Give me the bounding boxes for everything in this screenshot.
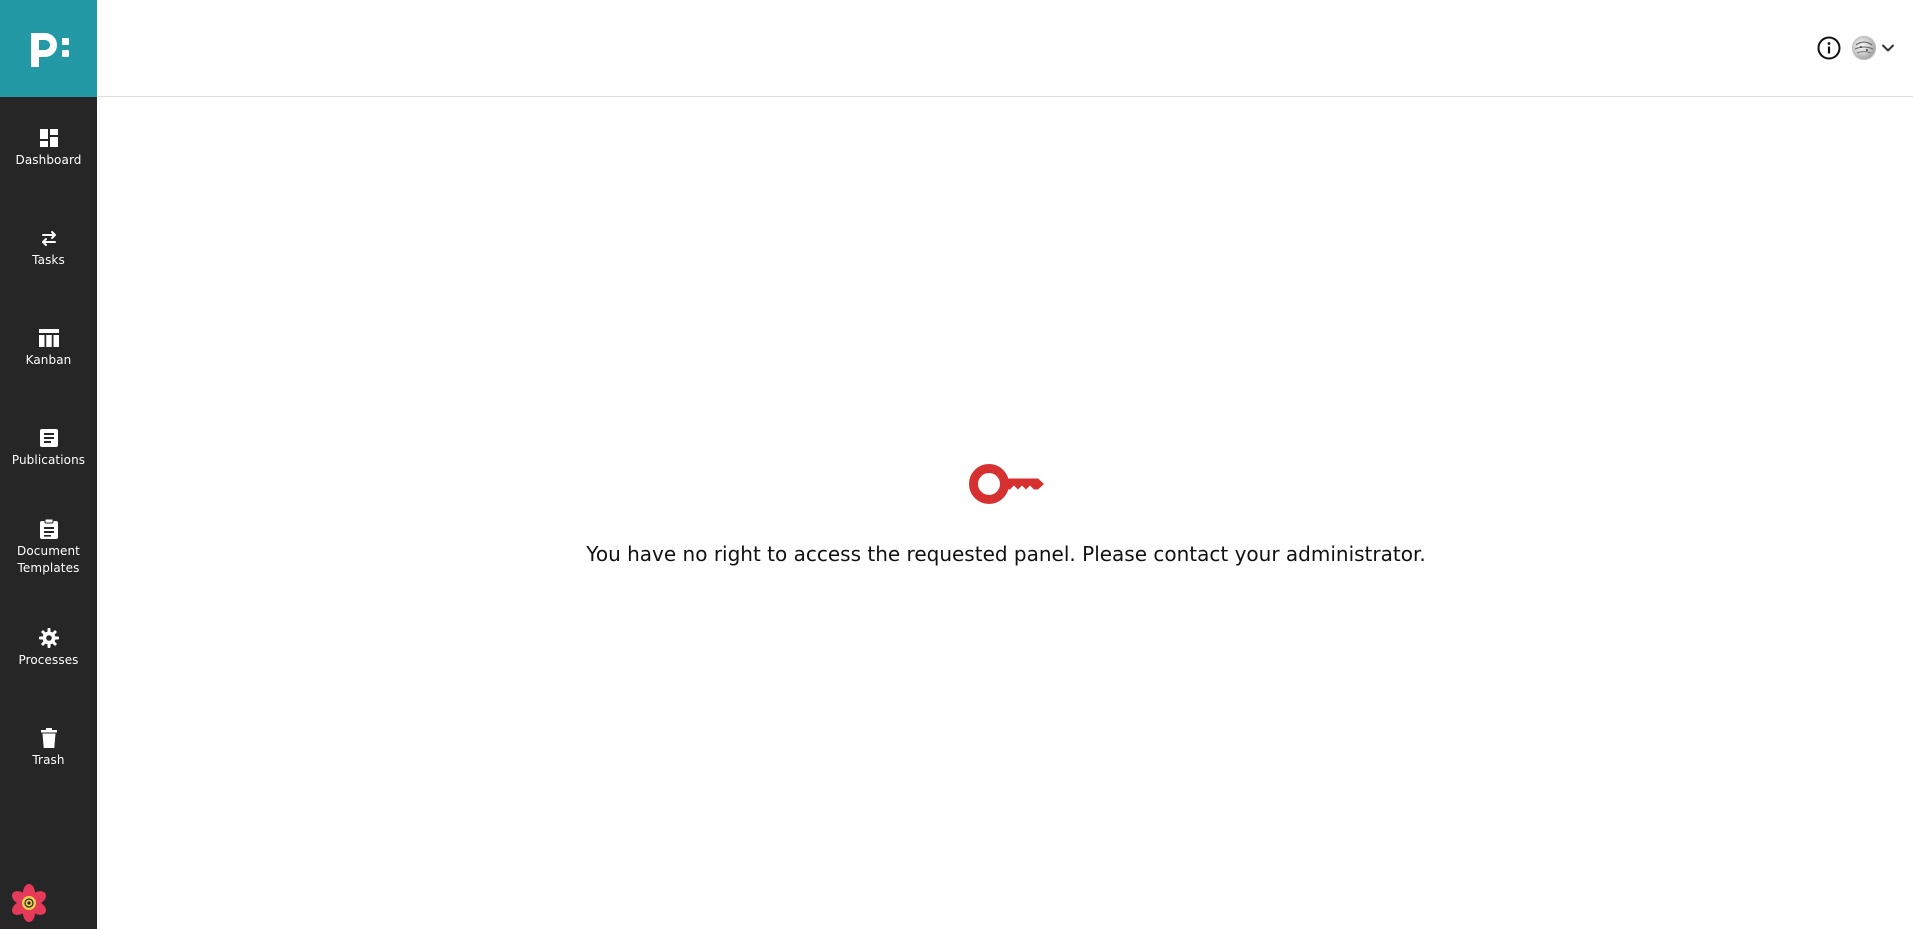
sidebar-item-tasks[interactable]: Tasks xyxy=(0,227,97,269)
sidebar-item-kanban[interactable]: Kanban xyxy=(0,327,97,369)
main-content xyxy=(97,97,1913,929)
avatar[interactable] xyxy=(1852,36,1876,60)
p-logo-icon xyxy=(30,32,69,67)
info-icon[interactable] xyxy=(1817,36,1841,60)
dashboard-icon xyxy=(38,127,60,149)
sidebar-item-label: Dashboard xyxy=(15,153,82,167)
sidebar-item-trash[interactable]: Trash xyxy=(0,727,97,769)
access-denied-message: You have no right to access the requeste… xyxy=(586,542,1426,566)
sidebar-item-document-templates[interactable]: Document Templates xyxy=(0,518,97,577)
sidebar-item-label: Document Templates xyxy=(17,544,80,575)
clipboard-icon xyxy=(38,518,60,540)
sidebar-item-dashboard[interactable]: Dashboard xyxy=(0,127,97,169)
key-icon xyxy=(969,463,1045,505)
sidebar-item-label: Publications xyxy=(11,453,86,467)
trash-icon xyxy=(38,727,60,749)
sidebar-item-label: Trash xyxy=(32,753,65,767)
sidebar-item-processes[interactable]: Processes xyxy=(0,627,97,669)
gear-icon xyxy=(38,627,60,649)
kanban-board-icon xyxy=(38,327,60,349)
top-bar xyxy=(97,0,1913,97)
sidebar-item-label: Tasks xyxy=(32,253,65,267)
sidebar-item-publications[interactable]: Publications xyxy=(0,427,97,469)
chevron-down-icon[interactable] xyxy=(1880,40,1896,56)
sidebar: Dashboard Tasks Kanban Publications Docu… xyxy=(0,0,97,929)
sidebar-item-label: Processes xyxy=(18,653,79,667)
brand-logo[interactable] xyxy=(0,0,97,97)
app-window: Dashboard Tasks Kanban Publications Docu… xyxy=(0,0,1913,929)
flower-icon[interactable] xyxy=(9,883,49,923)
article-icon xyxy=(38,427,60,449)
sidebar-item-label: Kanban xyxy=(25,353,72,367)
swap-arrows-icon xyxy=(38,227,60,249)
